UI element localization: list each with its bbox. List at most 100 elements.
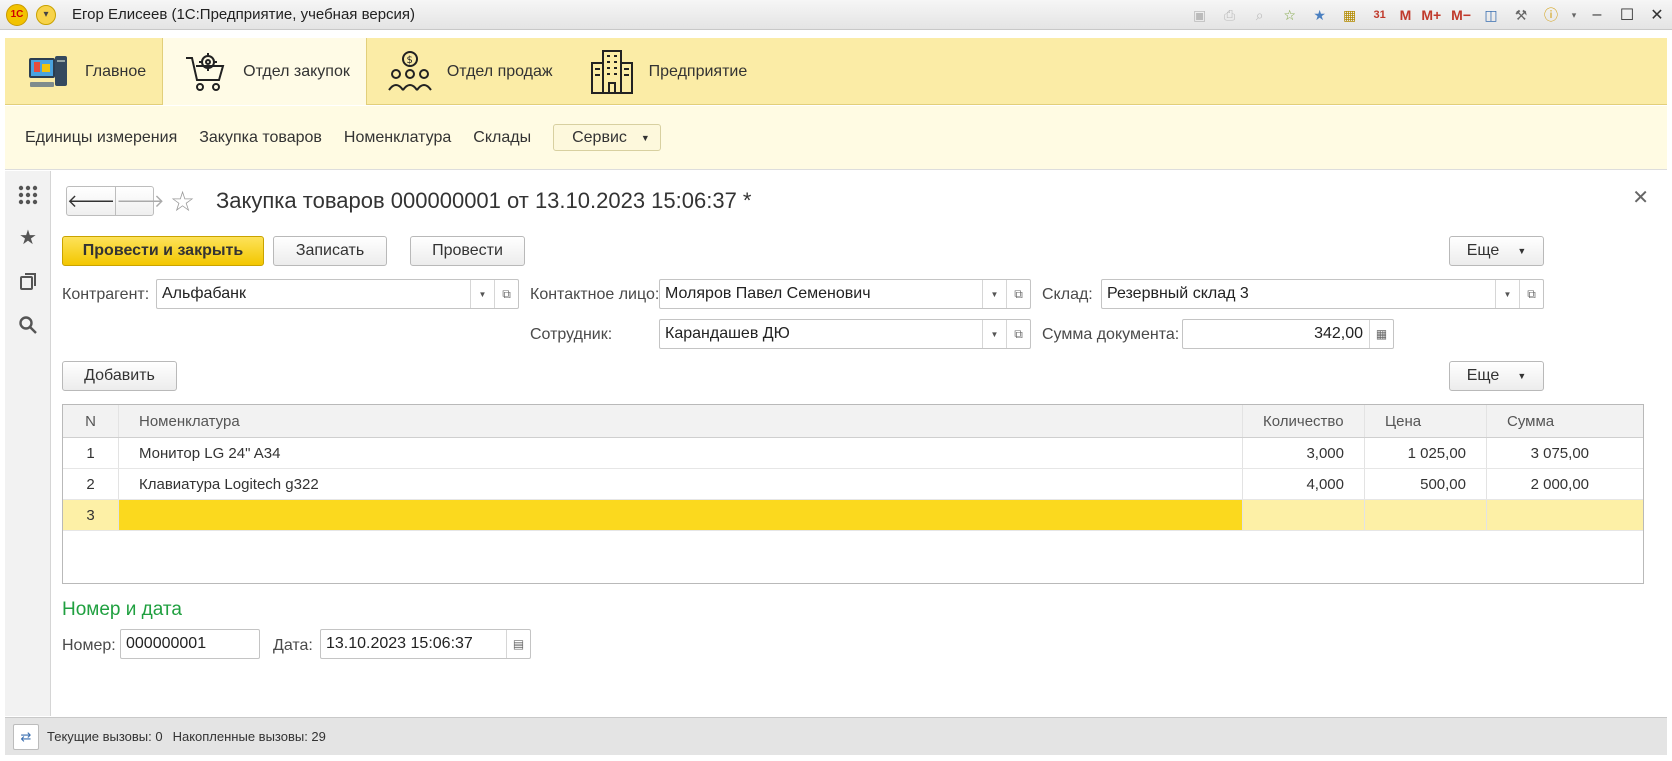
- calculator-icon[interactable]: ▦: [1338, 3, 1362, 27]
- section-main[interactable]: Главное: [5, 38, 162, 105]
- date-value: 13.10.2023 15:06:37: [326, 635, 473, 652]
- column-header[interactable]: Сумма: [1487, 405, 1609, 437]
- left-toolbar: ★: [5, 171, 51, 716]
- close-window-icon[interactable]: ✕: [1645, 3, 1669, 27]
- memory-plus-icon[interactable]: M+: [1419, 3, 1443, 27]
- item-cell[interactable]: Клавиатура Logitech g322: [119, 469, 1243, 499]
- counterparty-value: Альфабанк: [162, 285, 246, 302]
- open-icon[interactable]: ⧉: [1006, 320, 1030, 348]
- cmd-nomenclature[interactable]: Номенклатура: [344, 129, 451, 147]
- section-sales[interactable]: $ Отдел продаж: [367, 38, 569, 105]
- favorites-icon[interactable]: ★: [1308, 3, 1332, 27]
- dropdown-arrow-icon[interactable]: ▼: [470, 280, 494, 308]
- date-field[interactable]: 13.10.2023 15:06:37 ▤: [320, 629, 531, 659]
- close-form-icon[interactable]: ✕: [1632, 185, 1649, 210]
- sum-cell[interactable]: 2 000,00: [1487, 469, 1609, 499]
- favorite-star-icon[interactable]: ☆: [170, 185, 195, 218]
- print-icon[interactable]: ⎙: [1218, 3, 1242, 27]
- price-cell[interactable]: 1 025,00: [1365, 438, 1487, 468]
- sum-cell[interactable]: [1487, 500, 1609, 530]
- section-enterprise[interactable]: Предприятие: [569, 38, 764, 105]
- table-row[interactable]: 2 Клавиатура Logitech g322 4,000 500,00 …: [63, 469, 1643, 500]
- add-row-button[interactable]: Добавить: [62, 361, 177, 391]
- favorites-add-icon[interactable]: ☆: [1278, 3, 1302, 27]
- table-more-button[interactable]: Еще ▼: [1449, 361, 1544, 391]
- cmd-units[interactable]: Единицы измерения: [25, 129, 177, 147]
- cmd-purchases[interactable]: Закупка товаров: [199, 129, 322, 147]
- memory-minus-icon[interactable]: M−: [1449, 3, 1473, 27]
- price-cell[interactable]: 500,00: [1365, 469, 1487, 499]
- history-icon[interactable]: [5, 259, 51, 303]
- search-icon[interactable]: [5, 303, 51, 347]
- employee-label: Сотрудник:: [530, 326, 613, 343]
- column-header[interactable]: Номенклатура: [119, 405, 1243, 437]
- section-purchasing[interactable]: Отдел закупок: [162, 38, 367, 105]
- window-title-bar: 1С ▾ Егор Елисеев (1С:Предприятие, учебн…: [0, 0, 1672, 30]
- app-logo-icon: 1С: [6, 3, 28, 26]
- qty-cell[interactable]: [1243, 500, 1365, 530]
- open-icon[interactable]: ⧉: [1006, 280, 1030, 308]
- document-sum-field[interactable]: 342,00 ▦: [1182, 319, 1394, 349]
- save-button[interactable]: Записать: [273, 236, 387, 266]
- warehouse-value: Резервный склад 3: [1107, 285, 1249, 302]
- number-field[interactable]: 000000001: [120, 629, 260, 659]
- sum-cell[interactable]: 3 075,00: [1487, 438, 1609, 468]
- dropdown-arrow-icon[interactable]: ▼: [1495, 280, 1519, 308]
- employee-field[interactable]: Карандашев ДЮ ▼ ⧉: [659, 319, 1031, 349]
- qty-cell[interactable]: 4,000: [1243, 469, 1365, 499]
- save-icon[interactable]: ▣: [1188, 3, 1212, 27]
- section-label: Отдел продаж: [446, 62, 553, 80]
- open-icon[interactable]: ⧉: [1519, 280, 1543, 308]
- more-label: Еще: [1466, 367, 1500, 384]
- item-cell[interactable]: [119, 500, 1243, 530]
- window-title: Егор Елисеев (1С:Предприятие, учебная ве…: [72, 6, 416, 23]
- goods-table[interactable]: N Номенклатура Количество Цена Сумма 1 М…: [62, 404, 1644, 584]
- column-header[interactable]: N: [63, 405, 119, 437]
- table-row-selected[interactable]: 3: [63, 500, 1643, 531]
- cmd-warehouses[interactable]: Склады: [473, 129, 531, 147]
- item-cell[interactable]: Монитор LG 24" A34: [119, 438, 1243, 468]
- table-row[interactable]: 1 Монитор LG 24" A34 3,000 1 025,00 3 07…: [63, 438, 1643, 469]
- counterparty-field[interactable]: Альфабанк ▼ ⧉: [156, 279, 519, 309]
- computer-icon: [25, 49, 71, 95]
- warehouse-field[interactable]: Резервный склад 3 ▼ ⧉: [1101, 279, 1544, 309]
- dropdown-arrow-icon: ▼: [1517, 246, 1527, 256]
- price-cell[interactable]: [1365, 500, 1487, 530]
- row-number: 2: [63, 469, 119, 499]
- functions-menu-icon[interactable]: [5, 171, 51, 215]
- service-menu-button[interactable]: Сервис ▼: [553, 124, 661, 151]
- maximize-icon[interactable]: ☐: [1615, 3, 1639, 27]
- column-header[interactable]: Цена: [1365, 405, 1487, 437]
- panels-icon[interactable]: ◫: [1479, 3, 1503, 27]
- info-icon[interactable]: ⓘ: [1539, 3, 1563, 27]
- qty-cell[interactable]: 3,000: [1243, 438, 1365, 468]
- table-header: N Номенклатура Количество Цена Сумма: [63, 405, 1643, 438]
- dropdown-arrow-icon[interactable]: ▼: [982, 280, 1006, 308]
- counterparty-label: Контрагент:: [62, 286, 150, 303]
- employee-value: Карандашев ДЮ: [665, 325, 790, 342]
- favorites-icon[interactable]: ★: [5, 215, 51, 259]
- info-menu-chevron-icon[interactable]: ▾: [1569, 3, 1579, 27]
- title-toolbar: ▣ ⎙ ⌕ ☆ ★ ▦ 31 M M+ M− ◫ ⚒ ⓘ ▾ – ☐ ✕: [1185, 0, 1672, 30]
- more-button[interactable]: Еще ▼: [1449, 236, 1544, 266]
- forward-arrow-icon[interactable]: 🡒: [116, 187, 164, 215]
- document-title: Закупка товаров 000000001 от 13.10.2023 …: [216, 188, 752, 213]
- back-arrow-icon[interactable]: 🡐: [67, 187, 117, 215]
- contact-field[interactable]: Моляров Павел Семенович ▼ ⧉: [659, 279, 1031, 309]
- row-number: 1: [63, 438, 119, 468]
- tools-icon[interactable]: ⚒: [1509, 3, 1533, 27]
- minimize-icon[interactable]: –: [1585, 3, 1609, 27]
- column-header[interactable]: Количество: [1243, 405, 1365, 437]
- calendar-icon[interactable]: ▤: [506, 630, 530, 658]
- calendar-icon[interactable]: 31: [1368, 3, 1392, 27]
- server-calls-icon[interactable]: ⇄: [13, 723, 39, 750]
- memory-m-icon[interactable]: M: [1398, 3, 1414, 27]
- open-icon[interactable]: ⧉: [494, 280, 518, 308]
- post-button[interactable]: Провести: [410, 236, 525, 266]
- main-menu-button[interactable]: ▾: [36, 4, 56, 25]
- calculator-icon[interactable]: ▦: [1369, 320, 1393, 348]
- post-and-close-button[interactable]: Провести и закрыть: [62, 236, 264, 266]
- contact-value: Моляров Павел Семенович: [665, 285, 871, 302]
- preview-icon[interactable]: ⌕: [1248, 3, 1272, 27]
- dropdown-arrow-icon[interactable]: ▼: [982, 320, 1006, 348]
